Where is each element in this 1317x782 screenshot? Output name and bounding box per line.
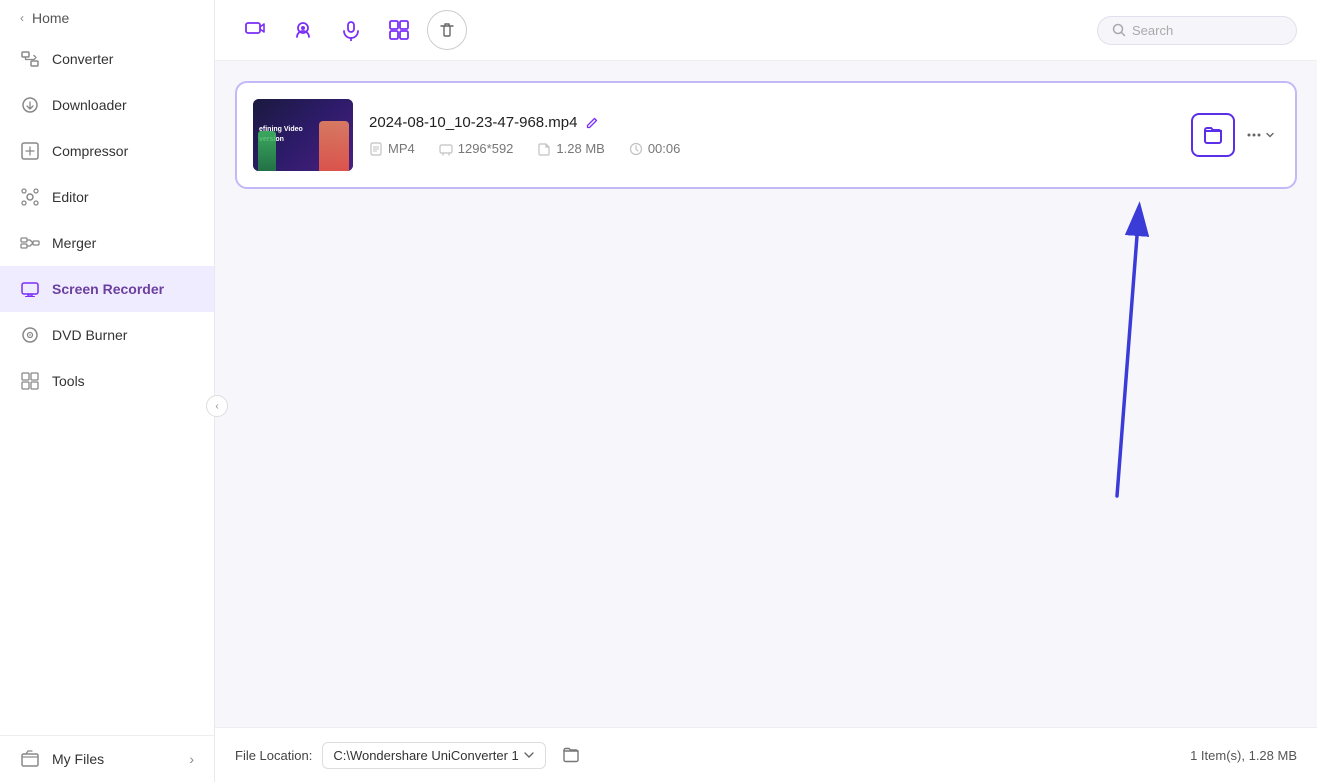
file-actions <box>1191 113 1279 157</box>
format-icon <box>369 142 383 156</box>
sidebar-item-label: Tools <box>52 373 85 389</box>
sidebar-item-label: Screen Recorder <box>52 281 164 297</box>
sidebar-collapse-button[interactable]: ‹ <box>206 395 228 417</box>
sidebar-item-label: Merger <box>52 235 96 251</box>
items-count: 1 Item(s), 1.28 MB <box>1190 748 1297 763</box>
chevron-left-icon: ‹ <box>20 11 24 25</box>
sidebar-item-converter[interactable]: Converter <box>0 36 214 82</box>
sidebar-item-editor[interactable]: Editor <box>0 174 214 220</box>
file-format: MP4 <box>369 141 415 156</box>
my-files-arrow: › <box>189 751 194 767</box>
file-duration: 00:06 <box>629 141 681 156</box>
toolbar-delete-button[interactable] <box>427 10 467 50</box>
search-box <box>1097 16 1297 45</box>
collapse-icon: ‹ <box>215 401 218 412</box>
file-name: 2024-08-10_10-23-47-968.mp4 <box>369 114 577 131</box>
file-format-value: MP4 <box>388 141 415 156</box>
content-area: efining Videoversion 2024-08-10_10-23-47… <box>215 61 1317 727</box>
location-folder-button[interactable] <box>556 740 586 770</box>
chevron-down-icon <box>523 749 535 761</box>
toolbar <box>215 0 1317 61</box>
more-options-button[interactable] <box>1241 122 1279 148</box>
sidebar-item-merger[interactable]: Merger <box>0 220 214 266</box>
file-resolution: 1296*592 <box>439 141 514 156</box>
file-card: efining Videoversion 2024-08-10_10-23-47… <box>235 81 1297 189</box>
sidebar-item-compressor[interactable]: Compressor <box>0 128 214 174</box>
file-resolution-value: 1296*592 <box>458 141 514 156</box>
merger-icon <box>20 233 40 253</box>
converter-icon <box>20 49 40 69</box>
sidebar-item-label: DVD Burner <box>52 327 127 343</box>
search-icon <box>1112 23 1126 37</box>
compressor-icon <box>20 141 40 161</box>
editor-icon <box>20 187 40 207</box>
sidebar-item-label: Compressor <box>52 143 128 159</box>
file-info: 2024-08-10_10-23-47-968.mp4 <box>369 114 1175 156</box>
sidebar-item-label: Editor <box>52 189 89 205</box>
file-size: 1.28 MB <box>537 141 604 156</box>
toolbar-snapshots-button[interactable] <box>379 10 419 50</box>
toolbar-audio-button[interactable] <box>331 10 371 50</box>
bottom-bar: File Location: C:\Wondershare UniConvert… <box>215 727 1317 782</box>
resolution-icon <box>439 142 453 156</box>
size-icon <box>537 142 551 156</box>
search-input[interactable] <box>1132 23 1272 38</box>
sidebar-item-home[interactable]: ‹ Home <box>0 0 214 36</box>
sidebar-item-screen-recorder[interactable]: Screen Recorder <box>0 266 214 312</box>
sidebar-item-tools[interactable]: Tools <box>0 358 214 404</box>
screen-recorder-icon <box>20 279 40 299</box>
main-panel: efining Videoversion 2024-08-10_10-23-47… <box>215 0 1317 782</box>
file-thumbnail: efining Videoversion <box>253 99 353 171</box>
tools-icon <box>20 371 40 391</box>
location-path-selector[interactable]: C:\Wondershare UniConverter 1 <box>322 742 545 769</box>
sidebar-item-label: Converter <box>52 51 113 67</box>
sidebar-home-label: Home <box>32 10 69 26</box>
my-files-label: My Files <box>52 751 104 767</box>
dvd-burner-icon <box>20 325 40 345</box>
downloader-icon <box>20 95 40 115</box>
chevron-down-icon <box>1265 130 1275 140</box>
location-path-value: C:\Wondershare UniConverter 1 <box>333 748 518 763</box>
file-location-label: File Location: <box>235 748 312 763</box>
sidebar-item-label: Downloader <box>52 97 127 113</box>
sidebar: ‹ Home Converter Downloader <box>0 0 215 782</box>
file-duration-value: 00:06 <box>648 141 681 156</box>
file-size-value: 1.28 MB <box>556 141 604 156</box>
open-folder-button[interactable] <box>1191 113 1235 157</box>
sidebar-item-dvd-burner[interactable]: DVD Burner <box>0 312 214 358</box>
my-files-icon <box>20 749 40 769</box>
sidebar-item-downloader[interactable]: Downloader <box>0 82 214 128</box>
toolbar-record-screen-button[interactable] <box>235 10 275 50</box>
duration-icon <box>629 142 643 156</box>
toolbar-webcam-button[interactable] <box>283 10 323 50</box>
edit-filename-icon[interactable] <box>585 116 599 130</box>
sidebar-item-my-files[interactable]: My Files › <box>0 735 214 782</box>
